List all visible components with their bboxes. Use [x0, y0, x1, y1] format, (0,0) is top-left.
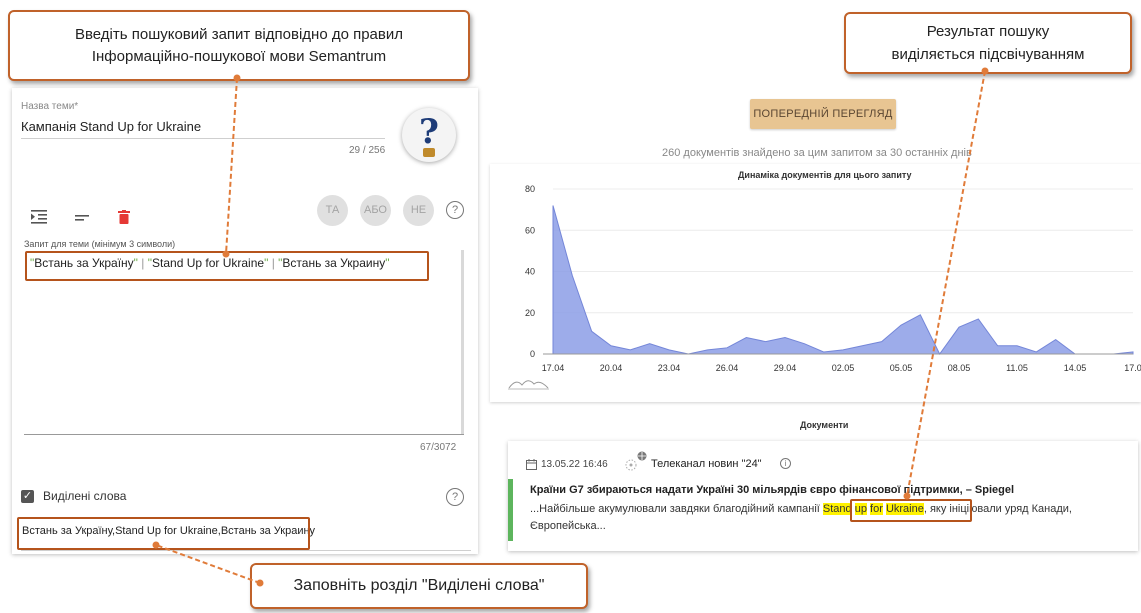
preview-button[interactable]: ПОПЕРЕДНІЙ ПЕРЕГЛЯД: [750, 99, 896, 129]
operators-help-icon[interactable]: ?: [446, 201, 464, 219]
highlight-checkbox[interactable]: ✓: [21, 490, 34, 503]
highlight-underline: [21, 550, 471, 551]
help-question-badge[interactable]: ?: [402, 108, 456, 162]
query-scrollbar[interactable]: [461, 250, 464, 434]
highlight-words-frame: [17, 517, 310, 550]
topic-name-underline: [21, 138, 385, 139]
lock-icon: [423, 148, 435, 157]
topic-name-input[interactable]: Кампанія Stand Up for Ukraine: [21, 119, 201, 134]
info-icon[interactable]: i: [780, 458, 791, 469]
x-tick-label: 26.04: [716, 363, 739, 373]
result-hint-callout: Результат пошуку виділяється підсвічуван…: [844, 12, 1132, 74]
document-source[interactable]: Телеканал новин "24": [651, 458, 762, 470]
y-tick-label: 80: [525, 184, 535, 194]
query-hint-line1: Введіть пошуковий запит відповідно до пр…: [74, 25, 403, 43]
y-tick-label: 20: [525, 308, 535, 318]
question-mark-icon: ?: [419, 112, 439, 152]
document-date: 13.05.22 16:46: [541, 459, 608, 470]
document-card[interactable]: 13.05.22 16:46 Телеканал новин "24" i Кр…: [508, 441, 1138, 551]
query-highlight-frame: [25, 251, 429, 281]
y-tick-label: 60: [525, 225, 535, 235]
x-tick-label: 05.05: [890, 363, 913, 373]
documents-title: Документи: [800, 420, 849, 430]
document-accent-strip: [508, 479, 513, 541]
x-tick-label: 08.05: [948, 363, 971, 373]
align-left-icon[interactable]: [75, 213, 89, 223]
x-tick-label: 14.05: [1064, 363, 1087, 373]
source-logo-icon: [625, 451, 647, 471]
result-hint-line2: виділяється підсвічуванням: [891, 46, 1085, 63]
found-count-text: 260 документів знайдено за цим запитом з…: [662, 147, 972, 159]
topic-name-counter: 29 / 256: [349, 145, 386, 156]
operator-not-button[interactable]: НЕ: [403, 195, 434, 226]
query-hint-callout: Введіть пошуковий запит відповідно до пр…: [8, 10, 470, 81]
indent-icon[interactable]: [31, 210, 47, 224]
highlight-hint-callout: Заповніть розділ "Виділені слова": [250, 563, 588, 609]
x-tick-label: 29.04: [774, 363, 797, 373]
y-tick-label: 0: [530, 349, 535, 359]
x-tick-label: 17.04: [542, 363, 565, 373]
query-underline: [24, 434, 464, 435]
x-tick-label: 11.05: [1006, 363, 1028, 373]
calendar-icon: [526, 459, 537, 470]
highlight-word: Stand: [822, 503, 852, 515]
result-highlight-frame: [850, 499, 972, 522]
sparkline-icon[interactable]: [508, 376, 550, 390]
topic-name-label: Назва теми*: [21, 101, 79, 112]
highlight-label: Виділені слова: [43, 489, 127, 503]
delete-icon[interactable]: [118, 210, 130, 224]
documents-dynamics-chart: 0 20 40 60 80 17.04 20.04 23.04 26.04 29.04 02.05 0…: [525, 184, 1141, 373]
query-label: Запит для теми (мінімум 3 символи): [24, 239, 176, 249]
x-tick-label: 17.0: [1124, 363, 1141, 373]
x-tick-label: 02.05: [832, 363, 855, 373]
operator-or-button[interactable]: АБО: [360, 195, 391, 226]
y-tick-label: 40: [525, 267, 535, 277]
series-area: [552, 205, 1134, 355]
x-tick-label: 20.04: [600, 363, 623, 373]
x-tick-label: 23.04: [658, 363, 681, 373]
query-hint-line2: Інформаційно-пошукової мови Semantrum: [91, 47, 387, 65]
operator-and-button[interactable]: ТА: [317, 195, 348, 226]
query-counter: 67/3072: [420, 442, 457, 453]
highlight-help-icon[interactable]: ?: [446, 488, 464, 506]
result-hint-line1: Результат пошуку: [926, 23, 1050, 40]
document-headline[interactable]: Країни G7 збираються надати Україні 30 м…: [530, 484, 1014, 496]
document-snippet: ...Найбільше акумулювали завдяки благоді…: [530, 503, 1072, 532]
